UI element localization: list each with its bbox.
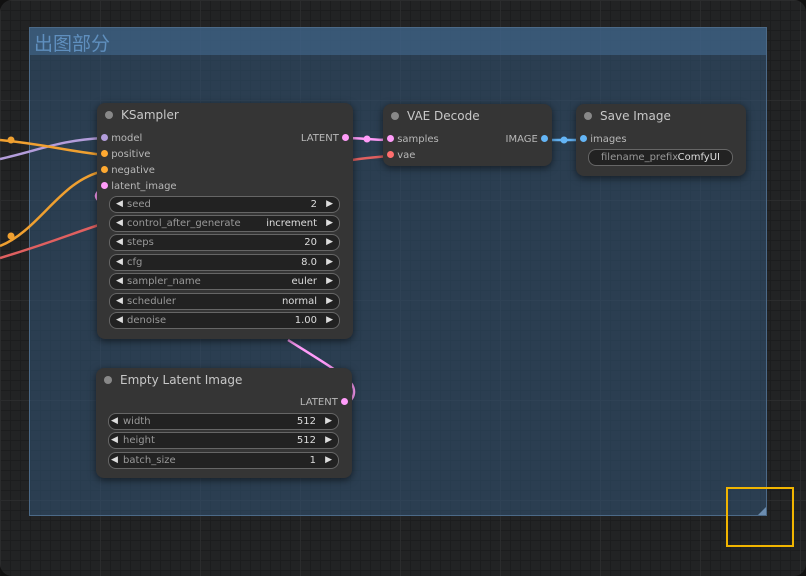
slot-latent-image-icon[interactable] (101, 181, 108, 189)
group-title: 出图部分 (34, 33, 111, 55)
vae-decode-title[interactable]: VAE Decode (383, 104, 552, 128)
widget-filename-prefix[interactable]: filename_prefix ComfyUI (588, 149, 733, 166)
input-slot-negative[interactable]: negative (101, 163, 155, 179)
slot-positive-icon[interactable] (101, 149, 108, 157)
widget-batch-size[interactable]: ◀ batch_size 1 ▶ (108, 452, 339, 469)
increment-arrow-icon[interactable]: ▶ (325, 414, 332, 429)
widget-width[interactable]: ◀ width 512 ▶ (108, 413, 339, 430)
collapse-dot-icon[interactable] (584, 112, 592, 120)
save-image-title-text: Save Image (600, 109, 671, 123)
save-image-node[interactable]: Save Image images filename_prefix ComfyU… (576, 104, 746, 176)
ksampler-title-text: KSampler (121, 108, 179, 122)
link-positive-midpoint[interactable] (7, 136, 15, 144)
increment-arrow-icon[interactable]: ▶ (326, 294, 333, 309)
empty-latent-title[interactable]: Empty Latent Image (96, 368, 352, 392)
collapse-dot-icon[interactable] (104, 376, 112, 384)
widget-control-after-generate[interactable]: ◀ control_after_generate increment ▶ (109, 215, 340, 232)
decrement-arrow-icon[interactable]: ◀ (111, 414, 118, 429)
ksampler-title[interactable]: KSampler (97, 103, 353, 127)
group-header[interactable]: 出图部分 (30, 28, 766, 55)
slot-latent-out-icon[interactable] (341, 397, 348, 405)
widget-denoise[interactable]: ◀ denoise 1.00 ▶ (109, 312, 340, 329)
output-slot-latent[interactable]: LATENT (301, 131, 349, 147)
widget-steps[interactable]: ◀ steps 20 ▶ (109, 234, 340, 251)
input-slot-images[interactable]: images (580, 132, 627, 148)
input-slot-model[interactable]: model (101, 131, 142, 147)
increment-arrow-icon[interactable]: ▶ (326, 197, 333, 212)
slot-label: LATENT (299, 397, 338, 408)
slot-vae-icon[interactable] (387, 150, 394, 158)
decrement-arrow-icon[interactable]: ◀ (116, 216, 123, 231)
slot-label: negative (111, 165, 155, 176)
collapse-dot-icon[interactable] (105, 111, 113, 119)
increment-arrow-icon[interactable]: ▶ (326, 216, 333, 231)
increment-arrow-icon[interactable]: ▶ (325, 453, 332, 468)
increment-arrow-icon[interactable]: ▶ (326, 274, 333, 289)
slot-model-icon[interactable] (101, 133, 108, 141)
slot-negative-icon[interactable] (101, 165, 108, 173)
decrement-arrow-icon[interactable]: ◀ (116, 235, 123, 250)
widget-seed[interactable]: ◀ seed 2 ▶ (109, 196, 340, 213)
slot-label: images (590, 134, 627, 145)
decrement-arrow-icon[interactable]: ◀ (111, 453, 118, 468)
ksampler-node[interactable]: KSampler model positive negative latent_… (97, 103, 353, 339)
output-slot-image[interactable]: IMAGE (505, 132, 548, 148)
decrement-arrow-icon[interactable]: ◀ (116, 255, 123, 270)
selection-rectangle (726, 487, 794, 547)
input-slot-latent-image[interactable]: latent_image (101, 179, 177, 195)
slot-samples-icon[interactable] (387, 134, 394, 142)
graph-canvas[interactable]: 出图部分 KSampler model positive negative la… (0, 0, 806, 576)
decrement-arrow-icon[interactable]: ◀ (116, 313, 123, 328)
slot-label: vae (397, 150, 416, 161)
decrement-arrow-icon[interactable]: ◀ (116, 274, 123, 289)
input-slot-vae[interactable]: vae (387, 148, 415, 164)
increment-arrow-icon[interactable]: ▶ (325, 433, 332, 448)
empty-latent-image-node[interactable]: Empty Latent Image LATENT ◀ width 512 ▶ … (96, 368, 352, 478)
slot-label: latent_image (111, 181, 177, 192)
decrement-arrow-icon[interactable]: ◀ (116, 197, 123, 212)
input-slot-positive[interactable]: positive (101, 147, 150, 163)
slot-image-out-icon[interactable] (541, 134, 548, 142)
increment-arrow-icon[interactable]: ▶ (326, 255, 333, 270)
save-image-title[interactable]: Save Image (576, 104, 746, 128)
slot-label: model (111, 133, 143, 144)
vae-decode-title-text: VAE Decode (407, 109, 480, 123)
widget-cfg[interactable]: ◀ cfg 8.0 ▶ (109, 254, 340, 271)
slot-label: LATENT (300, 133, 339, 144)
slot-latent-out-icon[interactable] (342, 133, 349, 141)
vae-decode-node[interactable]: VAE Decode samples vae IMAGE (383, 104, 552, 166)
decrement-arrow-icon[interactable]: ◀ (116, 294, 123, 309)
input-slot-samples[interactable]: samples (387, 132, 439, 148)
slot-images-icon[interactable] (580, 134, 587, 142)
decrement-arrow-icon[interactable]: ◀ (111, 433, 118, 448)
slot-label: IMAGE (505, 134, 538, 145)
increment-arrow-icon[interactable]: ▶ (326, 313, 333, 328)
empty-latent-title-text: Empty Latent Image (120, 373, 243, 387)
link-negative-midpoint[interactable] (7, 232, 15, 240)
slot-label: samples (397, 134, 439, 145)
widget-sampler-name[interactable]: ◀ sampler_name euler ▶ (109, 273, 340, 290)
increment-arrow-icon[interactable]: ▶ (326, 235, 333, 250)
collapse-dot-icon[interactable] (391, 112, 399, 120)
widget-height[interactable]: ◀ height 512 ▶ (108, 432, 339, 449)
widget-scheduler[interactable]: ◀ scheduler normal ▶ (109, 293, 340, 310)
output-slot-latent[interactable]: LATENT (300, 395, 348, 411)
slot-label: positive (111, 149, 151, 160)
